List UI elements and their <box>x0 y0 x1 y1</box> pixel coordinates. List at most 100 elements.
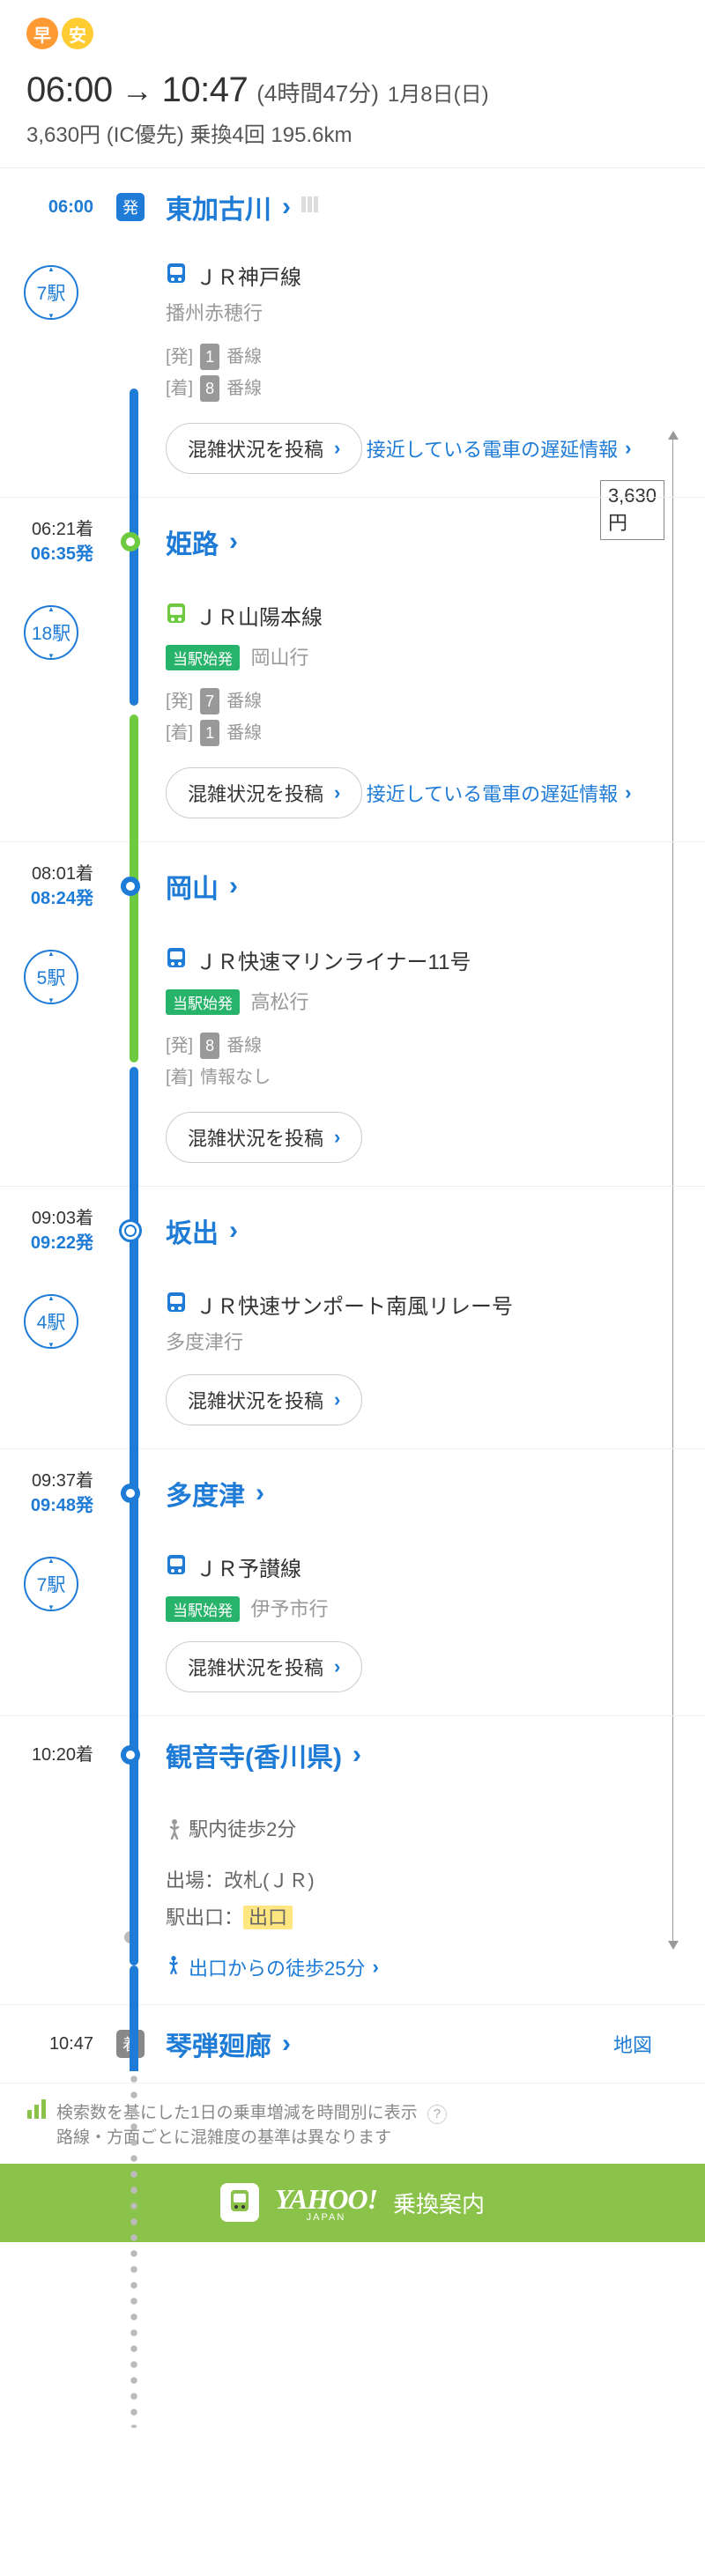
summary-badges: 早 安 <box>0 0 705 58</box>
plat-suffix: 番線 <box>226 686 262 716</box>
train-icon <box>166 263 187 288</box>
segment-walk: 駅内徒歩2分 出場：改札(ＪＲ) 駅出口：出口 出口からの徒歩25分› <box>0 1794 705 2004</box>
station-count-toggle[interactable]: 7駅 <box>24 265 78 320</box>
yahoo-logo: YAHOO! <box>275 2183 377 2215</box>
post-congestion-button[interactable]: 混雑状況を投稿› <box>166 423 362 474</box>
delay-info-link[interactable]: 接近している電車の遅延情報› <box>367 434 632 463</box>
arr-time: 09:37着 <box>0 1469 93 1493</box>
dep-time: 06:35発 <box>0 542 93 566</box>
footer-text: 乗換案内 <box>393 2187 485 2219</box>
summary-dep-time: 06:00 <box>26 70 113 110</box>
station-name: 多度津 <box>166 1474 245 1513</box>
barrier-free-icon <box>301 195 326 220</box>
segment-1: 18駅 ＪＲ山陽本線 当駅始発 岡山行 [発] 7 番線 [着] 1 番線 混雑… <box>0 586 705 841</box>
station-name: 琴弾廻廊 <box>166 2025 271 2063</box>
line-destination: 伊予市行 <box>250 1598 328 1620</box>
plat-dep-num: 1 <box>200 344 219 371</box>
route-summary: 06:00 → 10:47 (4時間47分) 1月8日(日) 3,630円 (I… <box>0 58 705 168</box>
chevron-right-icon: › <box>229 871 238 901</box>
train-icon <box>166 948 187 973</box>
arrow-icon: → <box>122 72 153 109</box>
plat-dep-label: [発] <box>166 686 193 716</box>
post-congestion-button[interactable]: 混雑状況を投稿› <box>166 1112 362 1163</box>
line-name: ＪＲ快速マリンライナー11号 <box>196 944 471 975</box>
walk-route-link[interactable]: 出口からの徒歩25分› <box>166 1953 379 1981</box>
line-name: ＪＲ山陽本線 <box>196 600 323 631</box>
plat-arr-num: 8 <box>200 375 219 403</box>
node-dot-icon <box>121 532 140 551</box>
bars-icon <box>26 2099 48 2124</box>
chevron-right-icon: › <box>282 2029 291 2059</box>
badge-early: 早 <box>26 18 58 49</box>
station-row-sakaide[interactable]: 09:03着09:22発 坂出› <box>0 1186 705 1275</box>
summary-date: 1月8日(日) <box>388 77 489 107</box>
line-destination: 岡山行 <box>250 647 308 669</box>
exit-label: 出場： <box>166 1869 224 1891</box>
station-row-origin[interactable]: 06:00 発 東加古川› <box>0 168 705 246</box>
plat-arr-label: [着] <box>166 1062 193 1092</box>
origin-badge: 当駅始発 <box>166 989 240 1015</box>
dep-time: 06:00 <box>48 197 93 217</box>
origin-badge: 当駅始発 <box>166 645 240 670</box>
walk-icon <box>166 1955 182 1980</box>
station-name: 坂出 <box>166 1211 219 1250</box>
dep-time: 09:48発 <box>0 1493 93 1518</box>
station-count-toggle[interactable]: 18駅 <box>24 605 78 660</box>
post-congestion-button[interactable]: 混雑状況を投稿› <box>166 1641 362 1692</box>
chevron-right-icon: › <box>625 781 631 804</box>
line-destination: 高松行 <box>250 991 308 1013</box>
station-row-destination[interactable]: 10:47 着 琴弾廻廊› 地図 <box>0 2004 705 2083</box>
note-line-1: 検索数を基にした1日の乗車増減を時間別に表示 <box>56 2104 418 2122</box>
arr-time: 10:20着 <box>0 1743 93 1767</box>
station-count-toggle[interactable]: 4駅 <box>24 1294 78 1349</box>
map-link[interactable]: 地図 <box>613 2030 652 2058</box>
note-line-2: 路線・方面ごとに混雑度の基準は異なります <box>56 2128 391 2147</box>
plat-dep-num: 8 <box>200 1033 219 1060</box>
exit-value: 改札(ＪＲ) <box>224 1869 315 1891</box>
footer-banner[interactable]: YAHOO! JAPAN 乗換案内 <box>0 2164 705 2242</box>
route-detail: 3,630円 06:00 発 東加古川› 7駅 ＪＲ神戸線 播州赤穂行 [発] <box>0 168 705 2083</box>
station-name: 東加古川 <box>166 188 271 226</box>
route-line-walk <box>130 2071 138 2428</box>
station-row-okayama[interactable]: 08:01着08:24発 岡山› <box>0 841 705 930</box>
plat-dep-label: [発] <box>166 1031 193 1061</box>
segment-0: 7駅 ＪＲ神戸線 播州赤穂行 [発] 1 番線 [着] 8 番線 混雑状況を投稿… <box>0 246 705 497</box>
plat-arr-label: [着] <box>166 718 193 748</box>
badge-cheap: 安 <box>62 18 93 49</box>
station-row-kanonji[interactable]: 10:20着 観音寺(香川県)› <box>0 1715 705 1794</box>
segment-2: 5駅 ＪＲ快速マリンライナー11号 当駅始発 高松行 [発] 8 番線 [着] … <box>0 930 705 1186</box>
summary-fare: 3,630円 (IC優先) 乗換4回 195.6km <box>26 117 679 148</box>
line-destination: 多度津行 <box>166 1327 679 1355</box>
station-name: 姫路 <box>166 522 219 561</box>
help-icon[interactable]: ? <box>427 2105 447 2124</box>
plat-dep-num: 7 <box>200 688 219 715</box>
arr-time: 09:03着 <box>0 1206 93 1231</box>
plat-suffix: 番線 <box>226 718 262 748</box>
station-count-toggle[interactable]: 7駅 <box>24 1557 78 1611</box>
station-count-toggle[interactable]: 5駅 <box>24 950 78 1004</box>
train-icon <box>166 1292 187 1317</box>
station-name: 観音寺(香川県) <box>166 1736 342 1774</box>
segment-3: 4駅 ＪＲ快速サンポート南風リレー号 多度津行 混雑状況を投稿› <box>0 1275 705 1448</box>
station-row-tadotsu[interactable]: 09:37着09:48発 多度津 › <box>0 1448 705 1537</box>
in-station-walk: 駅内徒歩2分 <box>189 1818 296 1840</box>
plat-dep-label: [発] <box>166 342 193 372</box>
line-name: ＪＲ神戸線 <box>196 260 301 291</box>
chevron-right-icon: › <box>256 1478 264 1508</box>
plat-suffix: 番線 <box>226 342 262 372</box>
chevron-right-icon: › <box>625 437 631 460</box>
chevron-right-icon: › <box>334 1655 340 1678</box>
chevron-right-icon: › <box>334 437 340 460</box>
station-name: 岡山 <box>166 867 219 906</box>
plat-arr-num: 1 <box>200 720 219 747</box>
plat-none: 情報なし <box>200 1062 271 1092</box>
post-congestion-button[interactable]: 混雑状況を投稿› <box>166 1374 362 1425</box>
station-row-himeji[interactable]: 06:21着06:35発 姫路› <box>0 497 705 586</box>
line-destination: 播州赤穂行 <box>166 298 679 326</box>
app-icon <box>220 2183 259 2222</box>
arr-time: 10:47 <box>49 2034 93 2054</box>
node-dot-icon <box>121 877 140 896</box>
node-dot-icon <box>121 1484 140 1503</box>
delay-info-link[interactable]: 接近している電車の遅延情報› <box>367 779 632 807</box>
post-congestion-button[interactable]: 混雑状況を投稿› <box>166 767 362 818</box>
